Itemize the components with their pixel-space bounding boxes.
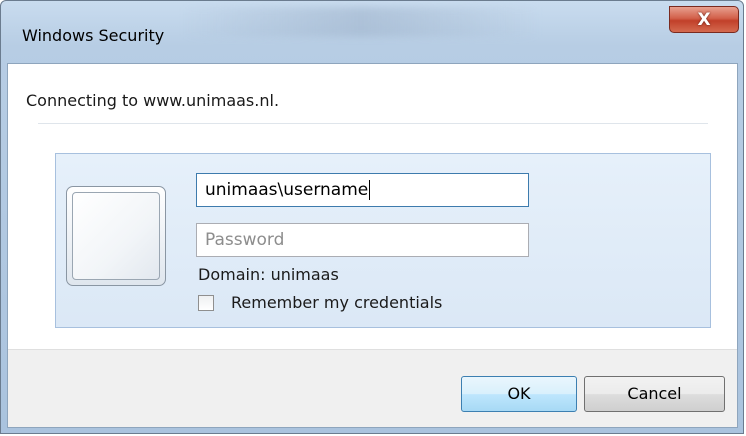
domain-label: Domain: unimaas — [198, 265, 339, 284]
password-field[interactable]: Password — [196, 223, 529, 257]
connecting-message: Connecting to www.unimaas.nl. — [26, 91, 280, 110]
title-bar-background-blur — [181, 7, 541, 37]
remember-credentials-label[interactable]: Remember my credentials — [231, 293, 442, 312]
username-field[interactable]: unimaas\username — [196, 173, 529, 207]
close-icon: X — [697, 10, 711, 30]
password-placeholder: Password — [205, 230, 285, 250]
user-tile-icon — [66, 186, 166, 286]
remember-credentials-checkbox[interactable] — [198, 295, 214, 311]
username-value: unimaas\username — [205, 180, 369, 200]
cancel-button[interactable]: Cancel — [584, 376, 725, 412]
ok-button[interactable]: OK — [461, 376, 577, 412]
close-button[interactable]: X — [669, 6, 739, 33]
separator — [38, 123, 708, 124]
user-tile-inner — [72, 192, 160, 280]
text-caret — [369, 180, 371, 200]
window-title: Windows Security — [22, 26, 165, 45]
